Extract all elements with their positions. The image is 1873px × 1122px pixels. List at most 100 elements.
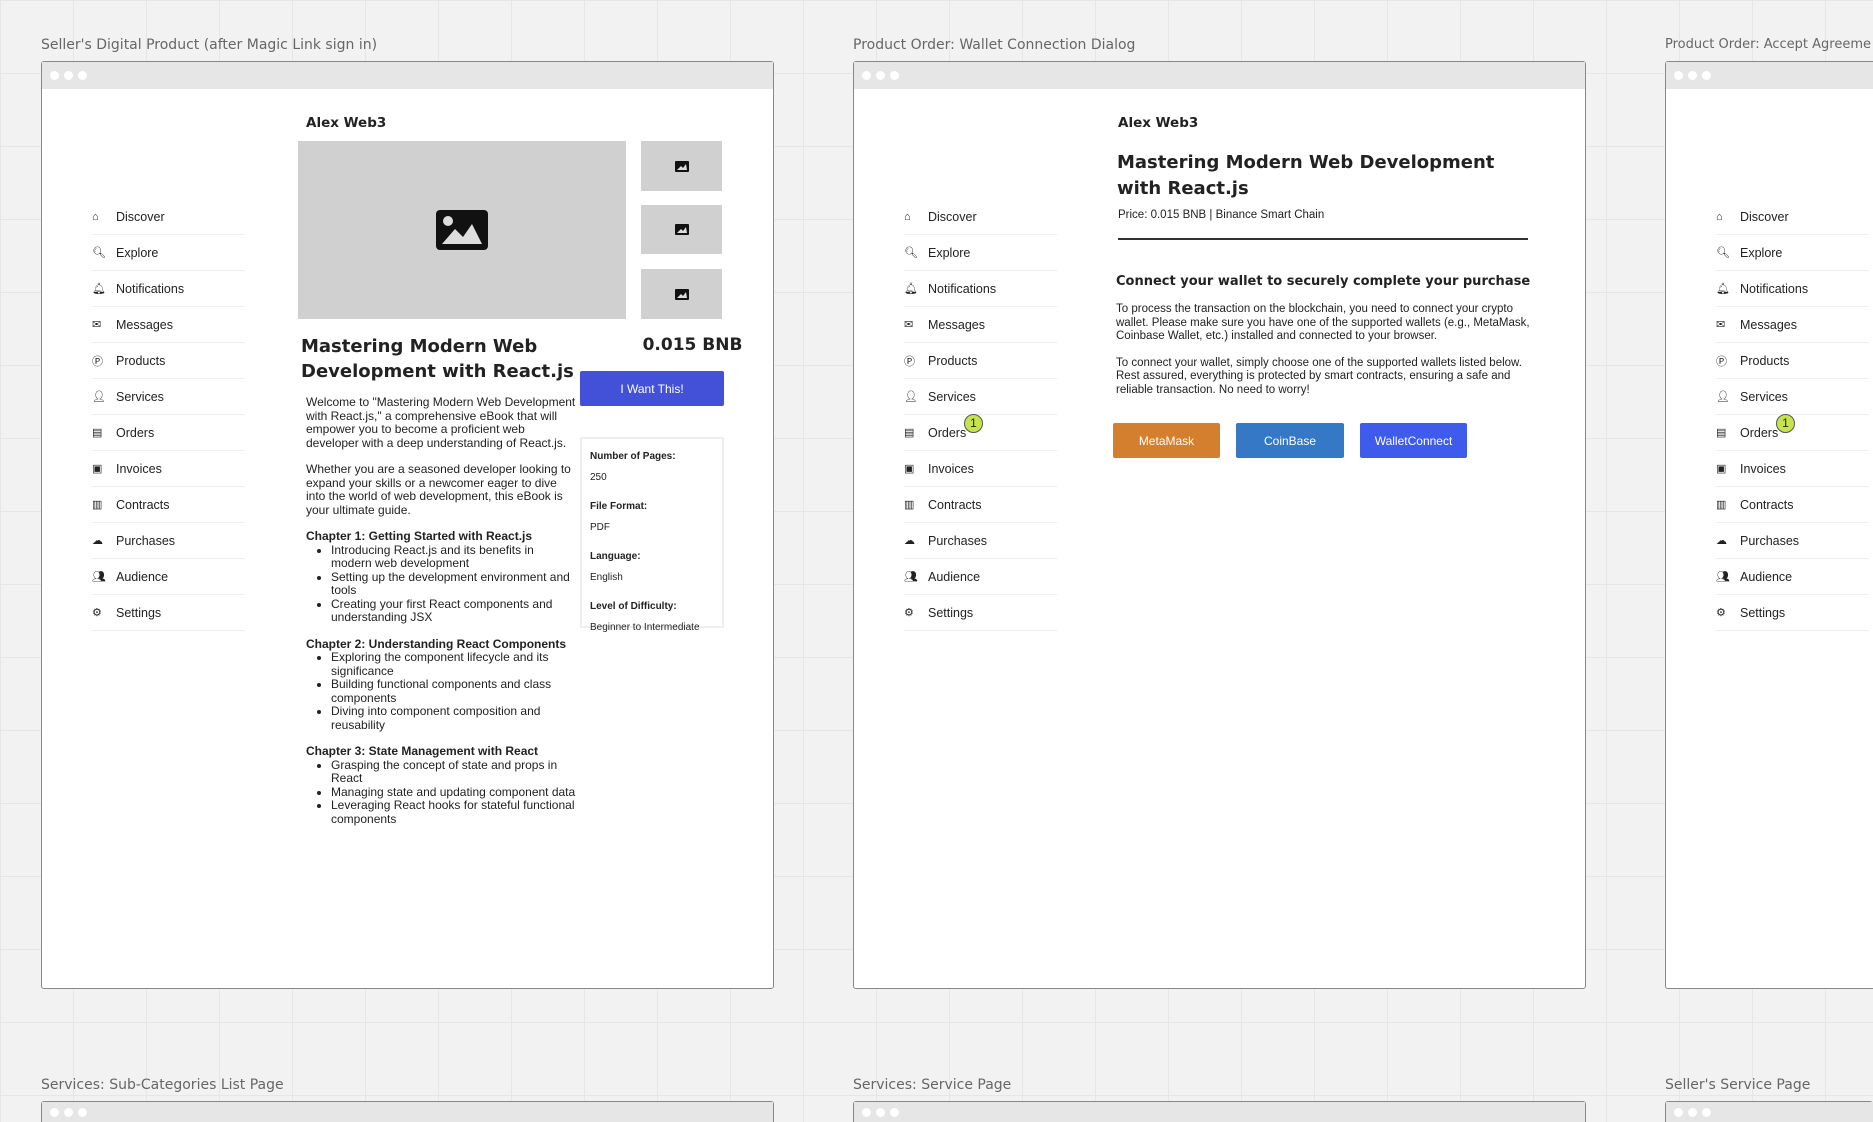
sidebar-item-invoices[interactable]: ▣ Invoices xyxy=(1716,451,1869,487)
sidebar-item-products[interactable]: Ⓟ Products xyxy=(92,343,245,379)
users-icon: 👥︎ xyxy=(92,571,106,583)
sidebar-item-discover[interactable]: ⌂ Discover xyxy=(904,199,1057,235)
sidebar: ⌂ Discover 🔍︎ Explore 🔔︎ Notifications ✉ Messag… xyxy=(92,199,245,631)
sidebar-item-audience[interactable]: 👥︎ Audience xyxy=(92,559,245,595)
users-icon: 👥︎ xyxy=(1716,571,1730,583)
thumbnail[interactable] xyxy=(641,205,722,254)
sidebar-item-label: Audience xyxy=(116,569,169,584)
contract-icon: ▥ xyxy=(1716,499,1727,511)
sidebar-item-services[interactable]: 👤︎ Services xyxy=(92,379,245,415)
window-titlebar xyxy=(1666,1102,1873,1122)
wallet-dialog-frame: ⌂ Discover 🔍︎ Explore 🔔︎ Notifications ✉ Messag… xyxy=(853,61,1586,989)
sidebar-item-label: Messages xyxy=(116,317,173,332)
bell-icon: 🔔︎ xyxy=(92,283,106,295)
sidebar-item-contracts[interactable]: ▥ Contracts xyxy=(92,487,245,523)
sidebar-item-label: Products xyxy=(928,353,978,368)
cloud-icon: ☁ xyxy=(1716,535,1727,547)
seller-name: Alex Web3 xyxy=(306,115,387,131)
sidebar-item-explore[interactable]: 🔍︎ Explore xyxy=(1716,235,1869,271)
sidebar-item-notifications[interactable]: 🔔︎ Notifications xyxy=(92,271,245,307)
sidebar-item-invoices[interactable]: ▣ Invoices xyxy=(92,451,245,487)
subcategories-frame xyxy=(41,1101,774,1122)
sidebar-item-label: Invoices xyxy=(928,461,974,476)
search-icon: 🔍︎ xyxy=(904,247,918,259)
info-paragraph: To process the transaction on the blockc… xyxy=(1116,303,1530,342)
search-icon: 🔍︎ xyxy=(92,247,106,259)
sidebar-item-label: Notifications xyxy=(1740,281,1809,296)
sidebar-item-orders[interactable]: ▤ Orders xyxy=(92,415,245,451)
sidebar-item-settings[interactable]: ⚙ Settings xyxy=(1716,595,1869,631)
sidebar-item-settings[interactable]: ⚙ Settings xyxy=(904,595,1057,631)
sidebar-item-contracts[interactable]: ▥ Contracts xyxy=(904,487,1057,523)
envelope-icon: ✉ xyxy=(1716,319,1726,331)
chapter-topic: Setting up the development environment a… xyxy=(331,570,576,598)
sidebar-item-label: Messages xyxy=(1740,317,1797,332)
image-icon xyxy=(436,210,488,250)
sidebar-item-label: Audience xyxy=(1740,569,1793,584)
thumbnail[interactable] xyxy=(641,269,722,319)
chapter-topic: Diving into component composition and re… xyxy=(331,704,576,732)
product-description: Welcome to "Mastering Modern Web Develop… xyxy=(306,395,576,839)
divider xyxy=(1118,238,1528,240)
sidebar-item-audience[interactable]: 👥︎ Audience xyxy=(904,559,1057,595)
spec-item: File Format: PDF xyxy=(590,501,714,533)
frame-label: Product Order: Accept Agreeme xyxy=(1665,37,1872,52)
sidebar-item-messages[interactable]: ✉ Messages xyxy=(904,307,1057,343)
spec-item: Level of Difficulty: Beginner to Intermed… xyxy=(590,601,714,633)
bell-icon: 🔔︎ xyxy=(1716,283,1730,295)
sidebar-item-label: Orders xyxy=(928,425,967,440)
wallet-heading: Connect your wallet to securely complete… xyxy=(1116,274,1531,289)
envelope-icon: ✉ xyxy=(904,319,914,331)
sidebar-item-label: Contracts xyxy=(1740,497,1794,512)
sidebar-item-explore[interactable]: 🔍︎ Explore xyxy=(904,235,1057,271)
spec-label: Language: xyxy=(590,551,641,562)
sidebar-item-orders[interactable]: ▤ Orders 1 xyxy=(904,414,1057,451)
sidebar-item-label: Invoices xyxy=(116,461,162,476)
user-tie-icon: 👤︎ xyxy=(904,391,918,403)
sidebar-item-purchases[interactable]: ☁ Purchases xyxy=(1716,523,1869,559)
main-image-placeholder[interactable] xyxy=(298,141,626,319)
chapter-title: Chapter 3: State Management with React xyxy=(306,744,539,758)
sidebar-item-notifications[interactable]: 🔔︎ Notifications xyxy=(1716,271,1869,307)
coinbase-button[interactable]: CoinBase xyxy=(1236,423,1344,458)
sidebar-item-contracts[interactable]: ▥ Contracts xyxy=(1716,487,1869,523)
sidebar-item-discover[interactable]: ⌂ Discover xyxy=(1716,199,1869,235)
sidebar-item-label: Messages xyxy=(928,317,985,332)
sidebar-item-messages[interactable]: ✉ Messages xyxy=(1716,307,1869,343)
sidebar-item-products[interactable]: Ⓟ Products xyxy=(904,343,1057,379)
walletconnect-button[interactable]: WalletConnect xyxy=(1360,423,1467,458)
invoice-icon: ▣ xyxy=(92,463,103,475)
sidebar-item-products[interactable]: Ⓟ Products xyxy=(1716,343,1869,379)
sidebar-item-notifications[interactable]: 🔔︎ Notifications xyxy=(904,271,1057,307)
sidebar-item-label: Notifications xyxy=(116,281,185,296)
sidebar-item-purchases[interactable]: ☁ Purchases xyxy=(92,523,245,559)
sidebar-item-discover[interactable]: ⌂ Discover xyxy=(92,199,245,235)
i-want-this-button[interactable]: I Want This! xyxy=(580,371,724,406)
product-page-frame: ⌂ Discover 🔍︎ Explore 🔔︎ Notifications ✉ Messag… xyxy=(41,61,774,989)
receipt-icon: ▤ xyxy=(92,427,103,439)
spec-label: File Format: xyxy=(590,501,648,512)
chapter-title: Chapter 2: Understanding React Component… xyxy=(306,636,567,651)
sidebar-item-label: Products xyxy=(1740,353,1790,368)
sidebar-item-services[interactable]: 👤︎ Services xyxy=(904,379,1057,415)
thumbnail[interactable] xyxy=(641,141,722,191)
sidebar: ⌂ Discover 🔍︎ Explore 🔔︎ Notifications ✉ Messag… xyxy=(904,199,1057,631)
sidebar-item-purchases[interactable]: ☁ Purchases xyxy=(904,523,1057,559)
chapter-topics: Grasping the concept of state and props … xyxy=(306,758,576,827)
receipt-icon: ▤ xyxy=(1716,427,1727,439)
service-page-frame xyxy=(853,1101,1586,1122)
gear-icon: ⚙ xyxy=(92,607,102,619)
sidebar-item-invoices[interactable]: ▣ Invoices xyxy=(904,451,1057,487)
sidebar-item-audience[interactable]: 👥︎ Audience xyxy=(1716,559,1869,595)
sidebar-item-settings[interactable]: ⚙ Settings xyxy=(92,595,245,631)
invoice-icon: ▣ xyxy=(1716,463,1727,475)
sidebar-item-orders[interactable]: ▤ Orders 1 xyxy=(1716,414,1869,451)
window-titlebar xyxy=(854,62,1585,89)
sidebar-item-services[interactable]: 👤︎ Services xyxy=(1716,379,1869,415)
sidebar-item-label: Notifications xyxy=(928,281,997,296)
sidebar-item-label: Invoices xyxy=(1740,461,1786,476)
metamask-button[interactable]: MetaMask xyxy=(1113,423,1220,458)
window-titlebar xyxy=(42,62,773,89)
sidebar-item-messages[interactable]: ✉ Messages xyxy=(92,307,245,343)
sidebar-item-explore[interactable]: 🔍︎ Explore xyxy=(92,235,245,271)
